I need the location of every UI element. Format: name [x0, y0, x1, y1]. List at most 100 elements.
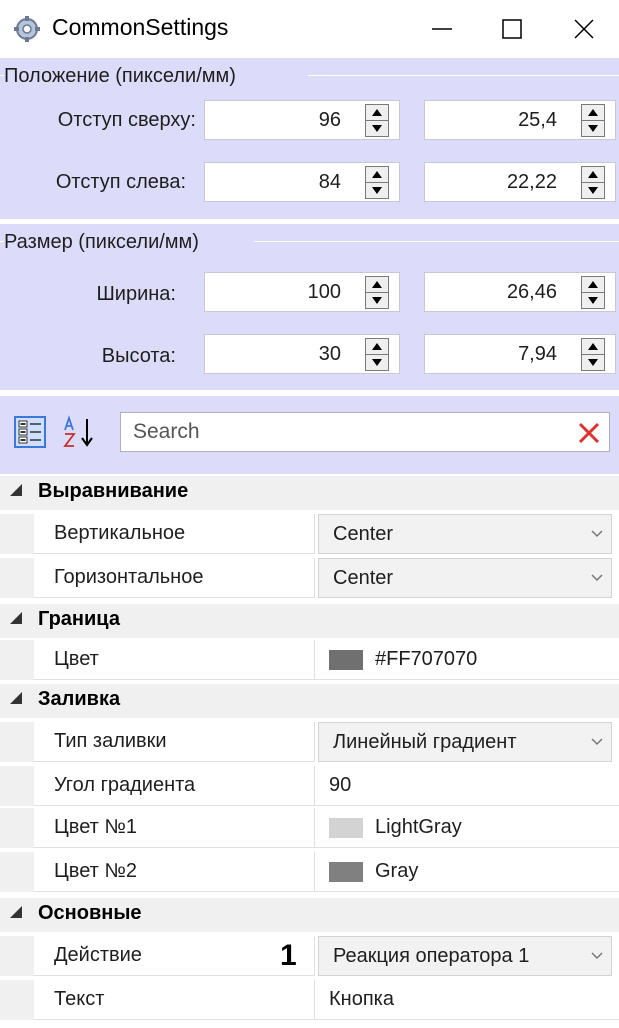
offset-top-px-input[interactable]: 96 — [204, 100, 400, 140]
color-value: #FF707070 — [375, 648, 478, 670]
category-label: Выравнивание — [38, 480, 189, 502]
spin-down-icon[interactable] — [582, 355, 604, 370]
width-mm-spinner[interactable] — [581, 276, 605, 309]
spin-up-icon[interactable] — [582, 339, 604, 355]
text-value[interactable]: Кнопка — [315, 980, 619, 1020]
color-swatch — [329, 649, 363, 670]
vertical-alignment-select[interactable]: Center — [318, 514, 612, 554]
spin-down-icon[interactable] — [582, 183, 604, 198]
property-row-gradient-angle: Угол градиента 90 — [0, 766, 619, 806]
offset-left-px-input[interactable]: 84 — [204, 162, 400, 202]
categorized-view-button[interactable] — [14, 416, 46, 448]
width-px-value: 100 — [307, 280, 341, 303]
property-row-color1: Цвет №1 LightGray — [0, 808, 619, 848]
spin-up-icon[interactable] — [366, 277, 388, 293]
color-value: Gray — [375, 860, 419, 882]
offset-top-label: Отступ сверху: — [57, 109, 196, 131]
property-row-text: Текст Кнопка — [0, 980, 619, 1020]
property-row-border-color: Цвет #FF707070 — [0, 640, 619, 680]
color2-value[interactable]: Gray — [315, 852, 619, 892]
search-box[interactable] — [120, 412, 610, 452]
spin-up-icon[interactable] — [366, 105, 388, 121]
offset-top-mm-value: 25,4 — [518, 108, 557, 131]
property-name: Горизонтальное — [34, 558, 315, 598]
spin-down-icon[interactable] — [366, 355, 388, 370]
width-px-spinner[interactable] — [365, 276, 389, 309]
spin-up-icon[interactable] — [582, 167, 604, 183]
collapse-arrow-icon[interactable] — [10, 692, 22, 704]
close-button[interactable] — [549, 0, 619, 58]
categorized-view-icon — [18, 420, 41, 444]
chevron-down-icon[interactable] — [591, 573, 603, 583]
row-gutter — [0, 852, 34, 892]
spin-up-icon[interactable] — [366, 339, 388, 355]
legend-line — [308, 75, 619, 76]
fill-type-select[interactable]: Линейный градиент — [318, 722, 612, 762]
category-label: Основные — [38, 902, 142, 924]
collapse-arrow-icon[interactable] — [10, 906, 22, 918]
property-row-horizontal: Горизонтальное Center — [0, 558, 619, 598]
chevron-down-icon[interactable] — [591, 951, 603, 961]
position-group: Положение (пиксели/мм) Отступ сверху: 96… — [0, 58, 619, 219]
property-row-fill-type: Тип заливки Линейный градиент — [0, 722, 619, 762]
chevron-down-icon[interactable] — [591, 529, 603, 539]
height-mm-input[interactable]: 7,94 — [424, 334, 616, 374]
property-row-action: Действие 1 Реакция оператора 1 — [0, 936, 619, 976]
category-fill[interactable]: Заливка — [0, 684, 619, 718]
horizontal-alignment-select[interactable]: Center — [318, 558, 612, 598]
color1-value[interactable]: LightGray — [315, 808, 619, 848]
offset-left-mm-spinner[interactable] — [581, 166, 605, 199]
gradient-angle-value[interactable]: 90 — [315, 766, 619, 806]
title-bar: CommonSettings — [0, 0, 619, 58]
sort-alphabetical-button[interactable] — [62, 414, 102, 450]
border-color-value[interactable]: #FF707070 — [315, 640, 619, 680]
collapse-arrow-icon[interactable] — [10, 484, 22, 496]
spin-down-icon[interactable] — [366, 121, 388, 136]
clear-search-icon[interactable] — [575, 419, 603, 447]
height-px-input[interactable]: 30 — [204, 334, 400, 374]
offset-left-px-spinner[interactable] — [365, 166, 389, 199]
row-gutter — [0, 640, 34, 680]
height-mm-spinner[interactable] — [581, 338, 605, 371]
category-alignment[interactable]: Выравнивание — [0, 476, 619, 510]
color-swatch — [329, 817, 363, 838]
offset-top-mm-spinner[interactable] — [581, 104, 605, 137]
height-px-spinner[interactable] — [365, 338, 389, 371]
color-value: LightGray — [375, 816, 462, 838]
select-value: Center — [333, 566, 394, 589]
spin-up-icon[interactable] — [582, 105, 604, 121]
spin-up-icon[interactable] — [582, 277, 604, 293]
maximize-button[interactable] — [477, 0, 547, 58]
width-label: Ширина: — [96, 283, 176, 305]
spin-up-icon[interactable] — [366, 167, 388, 183]
height-mm-value: 7,94 — [518, 342, 557, 365]
row-gutter — [0, 808, 34, 848]
size-legend: Размер (пиксели/мм) — [4, 231, 199, 253]
offset-top-px-spinner[interactable] — [365, 104, 389, 137]
category-main[interactable]: Основные — [0, 898, 619, 932]
width-mm-input[interactable]: 26,46 — [424, 272, 616, 312]
offset-left-label: Отступ слева: — [55, 171, 186, 193]
offset-top-mm-input[interactable]: 25,4 — [424, 100, 616, 140]
size-group: Размер (пиксели/мм) Ширина: 100 26,46 Вы… — [0, 224, 619, 390]
search-input[interactable] — [133, 419, 533, 445]
minimize-button[interactable] — [407, 0, 477, 58]
width-px-input[interactable]: 100 — [204, 272, 400, 312]
spin-down-icon[interactable] — [582, 293, 604, 308]
offset-top-px-value: 96 — [318, 108, 341, 131]
gear-icon — [14, 16, 40, 42]
category-border[interactable]: Граница — [0, 604, 619, 638]
property-name: Текст — [34, 980, 315, 1020]
offset-left-mm-input[interactable]: 22,22 — [424, 162, 616, 202]
spin-down-icon[interactable] — [366, 183, 388, 198]
select-value: Линейный градиент — [333, 730, 517, 753]
window-title: CommonSettings — [52, 14, 229, 40]
action-select[interactable]: Реакция оператора 1 — [318, 936, 612, 976]
select-value: Реакция оператора 1 — [333, 944, 530, 967]
property-row-color2: Цвет №2 Gray — [0, 852, 619, 892]
legend-line — [254, 241, 619, 242]
spin-down-icon[interactable] — [582, 121, 604, 136]
spin-down-icon[interactable] — [366, 293, 388, 308]
chevron-down-icon[interactable] — [591, 737, 603, 747]
collapse-arrow-icon[interactable] — [10, 612, 22, 624]
